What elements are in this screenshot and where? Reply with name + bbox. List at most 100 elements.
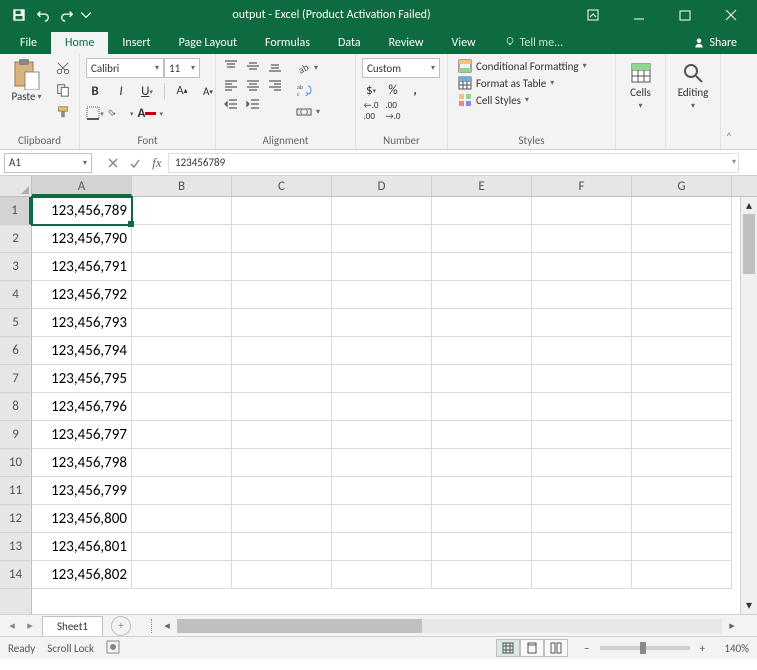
cell[interactable] [632,281,732,309]
view-normal-icon[interactable] [496,639,520,657]
cell[interactable] [232,393,332,421]
vscroll-thumb[interactable] [743,214,755,274]
cell[interactable] [432,533,532,561]
row-header[interactable]: 7 [0,365,31,393]
cell[interactable] [632,421,732,449]
cell[interactable] [532,309,632,337]
cell[interactable] [232,449,332,477]
row-header[interactable]: 12 [0,505,31,533]
fill-color-button[interactable] [108,104,126,122]
col-header-B[interactable]: B [132,176,232,196]
cell[interactable] [332,449,432,477]
scroll-up-icon[interactable]: ▴ [741,197,757,214]
align-center-icon[interactable] [244,77,262,93]
tab-insert[interactable]: Insert [108,32,164,54]
tell-me[interactable]: Tell me... [490,32,578,54]
cell[interactable] [132,449,232,477]
font-color-button[interactable]: A [138,104,156,122]
cell[interactable] [432,477,532,505]
align-top-icon[interactable] [222,58,240,74]
cell[interactable] [132,281,232,309]
cell-styles-button[interactable]: Cell Styles ▾ [454,92,591,108]
accounting-format-icon[interactable]: $▾ [362,81,380,99]
bold-button[interactable]: B [86,82,104,100]
cell[interactable]: 123,456,802 [32,561,132,589]
scroll-down-icon[interactable]: ▾ [741,597,757,614]
cell[interactable] [632,309,732,337]
cell[interactable] [132,421,232,449]
sheet-nav-prev-icon[interactable]: ◂ [4,618,20,634]
cell[interactable] [432,505,532,533]
row-header[interactable]: 10 [0,449,31,477]
row-header[interactable]: 8 [0,393,31,421]
font-name-selector[interactable]: Calibri▾ [86,58,164,78]
orientation-button[interactable]: ab▾ [292,58,324,78]
cell[interactable] [132,365,232,393]
tab-home[interactable]: Home [51,32,108,54]
col-header-D[interactable]: D [332,176,432,196]
cell[interactable] [232,533,332,561]
row-header[interactable]: 3 [0,253,31,281]
maximize-button[interactable] [663,0,707,30]
cell[interactable]: 123,456,791 [32,253,132,281]
font-size-selector[interactable]: 11▾ [164,58,200,78]
cancel-formula-icon[interactable] [102,153,124,173]
row-header[interactable]: 6 [0,337,31,365]
vertical-scrollbar[interactable]: ▴ ▾ [740,197,757,614]
cell[interactable] [332,337,432,365]
cell[interactable] [232,197,332,225]
cell[interactable] [432,365,532,393]
align-left-icon[interactable] [222,77,240,93]
tab-formulas[interactable]: Formulas [251,32,324,54]
decrease-decimal-icon[interactable]: .00→.0 [384,102,402,120]
align-middle-icon[interactable] [244,58,262,74]
cell[interactable] [632,197,732,225]
qat-customize-icon[interactable] [80,4,92,26]
number-format-selector[interactable]: Custom▾ [362,58,440,78]
cell[interactable] [432,393,532,421]
editing-button[interactable]: Editing▾ [672,58,714,147]
enter-formula-icon[interactable] [124,153,146,173]
hscroll-thumb[interactable] [177,619,422,633]
tab-review[interactable]: Review [375,32,438,54]
cell[interactable] [432,421,532,449]
cell[interactable] [532,533,632,561]
cell[interactable]: 123,456,800 [32,505,132,533]
cell[interactable] [532,477,632,505]
percent-format-icon[interactable]: % [384,81,402,99]
row-header[interactable]: 2 [0,225,31,253]
paste-button[interactable]: Paste▾ [6,58,47,134]
select-all-corner[interactable] [0,176,32,196]
cell[interactable]: 123,456,797 [32,421,132,449]
sheet-tab-active[interactable]: Sheet1 [42,616,103,636]
cell[interactable] [632,253,732,281]
cell[interactable] [632,365,732,393]
zoom-out-button[interactable]: − [580,642,593,655]
cell[interactable] [532,365,632,393]
cell[interactable] [632,449,732,477]
minimize-button[interactable] [617,0,661,30]
cell[interactable] [632,533,732,561]
col-header-E[interactable]: E [432,176,532,196]
underline-button[interactable]: U ▾ [138,82,156,100]
cell[interactable] [432,449,532,477]
ribbon-display-options[interactable] [571,0,615,30]
cell[interactable] [332,477,432,505]
cell[interactable] [432,561,532,589]
format-as-table-button[interactable]: Format as Table ▾ [454,75,591,91]
name-box[interactable]: A1▾ [4,153,92,173]
expand-formula-bar-icon[interactable]: ▾ [732,157,736,167]
cell[interactable] [332,533,432,561]
row-header[interactable]: 9 [0,421,31,449]
view-page-layout-icon[interactable] [520,639,544,657]
cell[interactable]: 123,456,801 [32,533,132,561]
cell[interactable] [632,225,732,253]
cell[interactable] [332,281,432,309]
cell[interactable]: 123,456,799 [32,477,132,505]
cell[interactable] [532,225,632,253]
cell[interactable] [132,337,232,365]
row-header[interactable]: 11 [0,477,31,505]
increase-font-icon[interactable]: A▴ [173,82,191,100]
cell[interactable] [232,421,332,449]
row-header[interactable]: 1 [0,197,31,225]
